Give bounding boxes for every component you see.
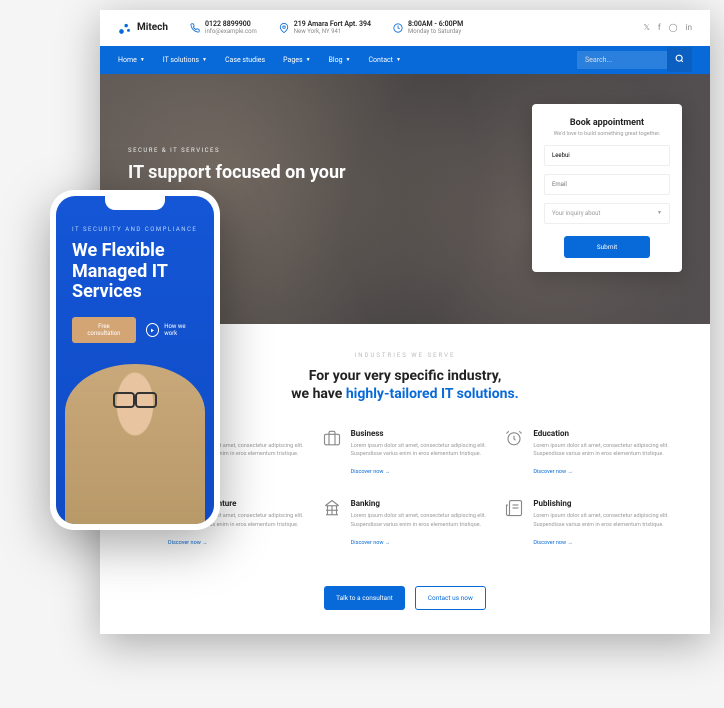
briefcase-icon <box>323 429 341 447</box>
free-consultation-button[interactable]: Free consultation <box>72 317 136 343</box>
phone-notch <box>105 196 165 210</box>
person-image <box>65 364 205 524</box>
contact-button[interactable]: Contact us now <box>415 586 486 610</box>
logo[interactable]: Mitech <box>118 21 168 35</box>
play-icon <box>146 323 159 337</box>
search-box <box>577 47 692 72</box>
topbar: Mitech 0122 8899900info@example.com 219 … <box>100 10 710 46</box>
topbar-phone: 0122 8899900info@example.com <box>190 20 257 36</box>
form-title: Book appointment <box>544 118 670 128</box>
glasses-icon <box>113 392 157 404</box>
nav-case-studies[interactable]: Case studies <box>225 56 265 64</box>
phone-play-button[interactable]: How we work <box>146 323 198 337</box>
discover-link[interactable]: Discover now → <box>351 540 391 546</box>
search-icon <box>675 54 684 63</box>
newspaper-icon <box>505 499 523 517</box>
nav-contact[interactable]: Contact▼ <box>369 56 401 64</box>
nav-pages[interactable]: Pages▼ <box>283 56 310 64</box>
topbar-hours: 8:00AM - 6:00PMMonday to Saturday <box>393 20 463 36</box>
mobile-preview: IT SECURITY AND COMPLIANCE We Flexible M… <box>50 190 220 530</box>
instagram-icon[interactable]: ◯ <box>669 23 678 32</box>
card-banking: BankingLorem ipsum dolor sit amet, conse… <box>323 499 488 548</box>
phone-screen: IT SECURITY AND COMPLIANCE We Flexible M… <box>56 196 214 524</box>
inquiry-select[interactable]: Your inquiry about▼ <box>544 203 670 224</box>
appointment-form: Book appointment We'd love to build some… <box>532 104 682 272</box>
discover-link[interactable]: Discover now → <box>351 469 391 475</box>
discover-link[interactable]: Discover now → <box>533 469 573 475</box>
search-button[interactable] <box>667 47 692 72</box>
card-business: BusinessLorem ipsum dolor sit amet, cons… <box>323 429 488 478</box>
hero-tag: SECURE & IT SERVICES <box>128 147 378 154</box>
form-subtitle: We'd love to build something great toget… <box>544 131 670 137</box>
submit-button[interactable]: Submit <box>564 236 650 258</box>
logo-icon <box>118 21 132 35</box>
nav-solutions[interactable]: IT solutions▼ <box>163 56 207 64</box>
chevron-down-icon: ▼ <box>346 57 351 63</box>
chevron-down-icon: ▼ <box>140 57 145 63</box>
card-publishing: PublishingLorem ipsum dolor sit amet, co… <box>505 499 670 548</box>
topbar-address: 219 Amara Fort Apt. 394New York, NY 941 <box>279 20 371 36</box>
chevron-down-icon: ▼ <box>306 57 311 63</box>
card-education: EducationLorem ipsum dolor sit amet, con… <box>505 429 670 478</box>
social-links: 𝕏 f ◯ in <box>643 23 692 32</box>
cta-row: Talk to a consultant Contact us now <box>100 568 710 634</box>
phone-cta: Free consultation How we work <box>72 317 198 343</box>
chevron-down-icon: ▼ <box>396 57 401 63</box>
nav-blog[interactable]: Blog▼ <box>329 56 351 64</box>
search-input[interactable] <box>577 51 667 69</box>
talk-consultant-button[interactable]: Talk to a consultant <box>324 586 405 610</box>
nav-items: Home▼ IT solutions▼ Case studies Pages▼ … <box>118 56 401 64</box>
navbar: Home▼ IT solutions▼ Case studies Pages▼ … <box>100 46 710 74</box>
facebook-icon[interactable]: f <box>658 23 661 32</box>
phone-tag: IT SECURITY AND COMPLIANCE <box>72 226 198 233</box>
nav-home[interactable]: Home▼ <box>118 56 145 64</box>
name-field[interactable] <box>544 145 670 166</box>
logo-text: Mitech <box>137 22 168 33</box>
email-field[interactable] <box>544 174 670 195</box>
phone-icon <box>190 23 200 33</box>
clock-icon <box>393 23 403 33</box>
discover-link[interactable]: Discover now → <box>533 540 573 546</box>
alarm-icon <box>505 429 523 447</box>
chevron-down-icon: ▼ <box>657 210 662 216</box>
linkedin-icon[interactable]: in <box>686 23 692 32</box>
bank-icon <box>323 499 341 517</box>
phone-title: We Flexible Managed IT Services <box>72 241 198 303</box>
discover-link[interactable]: Discover now → <box>168 540 208 546</box>
twitter-icon[interactable]: 𝕏 <box>643 23 649 32</box>
location-icon <box>279 23 289 33</box>
chevron-down-icon: ▼ <box>202 57 207 63</box>
